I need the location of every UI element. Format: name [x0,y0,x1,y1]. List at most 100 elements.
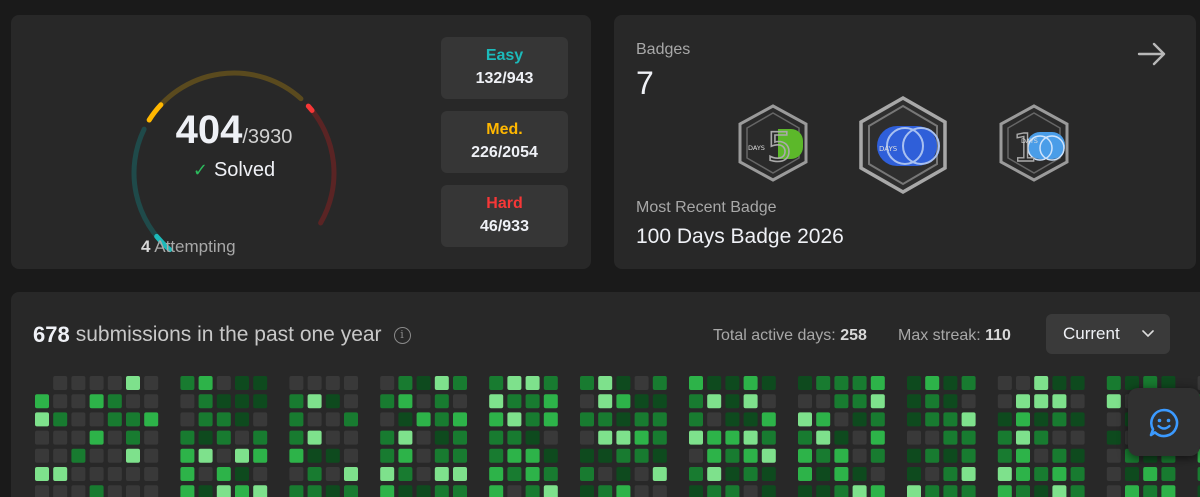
heatmap-day-cell[interactable] [834,430,849,445]
heatmap-day-cell[interactable] [89,485,104,497]
heatmap-day-cell[interactable] [907,448,921,463]
heatmap-day-cell[interactable] [1034,430,1049,445]
heatmap-day-cell[interactable] [289,448,304,463]
heatmap-day-cell[interactable] [907,485,921,497]
heatmap-day-cell[interactable] [325,412,340,427]
heatmap-day-cell[interactable] [743,467,758,481]
heatmap-day-cell[interactable] [489,448,504,463]
heatmap-day-cell[interactable] [634,412,649,427]
heatmap-day-cell[interactable] [707,412,722,427]
heatmap-day-cell[interactable] [398,394,413,409]
heatmap-day-cell[interactable] [743,485,758,497]
heatmap-day-cell[interactable] [707,394,722,409]
heatmap-day-cell[interactable] [198,394,213,409]
heatmap-day-cell[interactable] [925,467,940,481]
heatmap-day-cell[interactable] [216,394,231,409]
heatmap-day-cell[interactable] [852,485,867,497]
heatmap-day-cell[interactable] [1052,376,1067,390]
heatmap-day-cell[interactable] [1106,376,1121,390]
heatmap-day-cell[interactable] [71,485,86,497]
heatmap-day-cell[interactable] [434,485,449,497]
heatmap-day-cell[interactable] [1070,430,1085,445]
heatmap-day-cell[interactable] [816,430,831,445]
heatmap-day-cell[interactable] [507,467,522,481]
heatmap-day-cell[interactable] [1016,485,1030,497]
heatmap-day-cell[interactable] [652,485,667,497]
heatmap-day-cell[interactable] [380,485,395,497]
heatmap-day-cell[interactable] [289,430,304,445]
heatmap-day-cell[interactable] [997,376,1012,390]
50-days-badge-icon[interactable]: 5 DAYS [736,103,810,183]
heatmap-day-cell[interactable] [834,485,849,497]
heatmap-day-cell[interactable] [798,448,812,463]
heatmap-day-cell[interactable] [616,485,631,497]
heatmap-day-cell[interactable] [398,467,413,481]
heatmap-day-cell[interactable] [126,394,140,409]
heatmap-day-cell[interactable] [344,485,358,497]
heatmap-day-cell[interactable] [925,376,940,390]
heatmap-day-cell[interactable] [543,430,558,445]
heatmap-day-cell[interactable] [598,467,613,481]
heatmap-day-cell[interactable] [543,394,558,409]
heatmap-day-cell[interactable] [1143,485,1158,497]
heatmap-day-cell[interactable] [689,448,703,463]
heatmap-day-cell[interactable] [1070,448,1085,463]
heatmap-day-cell[interactable] [1016,376,1030,390]
heatmap-day-cell[interactable] [416,412,431,427]
heatmap-day-cell[interactable] [1016,412,1030,427]
heatmap-day-cell[interactable] [489,412,504,427]
heatmap-day-cell[interactable] [543,412,558,427]
medium-stat-box[interactable]: Med. 226/2054 [441,111,568,173]
heatmap-day-cell[interactable] [634,485,649,497]
heatmap-day-cell[interactable] [1016,467,1030,481]
heatmap-day-cell[interactable] [997,467,1012,481]
heatmap-day-cell[interactable] [1034,412,1049,427]
100-days-badge-icon[interactable]: 1 DAYS [997,103,1071,183]
heatmap-day-cell[interactable] [761,448,776,463]
heatmap-day-cell[interactable] [1052,430,1067,445]
heatmap-day-cell[interactable] [198,485,213,497]
heatmap-day-cell[interactable] [598,430,613,445]
100-days-badge-icon[interactable]: DAYS [857,95,949,195]
heatmap-day-cell[interactable] [543,485,558,497]
heatmap-day-cell[interactable] [870,376,885,390]
heatmap-day-cell[interactable] [1106,485,1121,497]
heatmap-day-cell[interactable] [180,430,195,445]
heatmap-day-cell[interactable] [743,394,758,409]
heatmap-day-cell[interactable] [1106,467,1121,481]
heatmap-day-cell[interactable] [1034,394,1049,409]
heatmap-day-cell[interactable] [652,430,667,445]
heatmap-day-cell[interactable] [398,485,413,497]
heatmap-day-cell[interactable] [507,448,522,463]
heatmap-day-cell[interactable] [216,412,231,427]
heatmap-day-cell[interactable] [598,485,613,497]
heatmap-day-cell[interactable] [453,376,467,390]
heatmap-day-cell[interactable] [434,430,449,445]
heatmap-day-cell[interactable] [107,448,122,463]
heatmap-day-cell[interactable] [53,485,68,497]
heatmap-day-cell[interactable] [289,467,304,481]
heatmap-day-cell[interactable] [71,394,86,409]
heatmap-day-cell[interactable] [870,430,885,445]
heatmap-day-cell[interactable] [35,448,49,463]
heatmap-day-cell[interactable] [53,394,68,409]
heatmap-day-cell[interactable] [580,376,594,390]
heatmap-day-cell[interactable] [961,430,976,445]
heatmap-day-cell[interactable] [961,412,976,427]
heatmap-day-cell[interactable] [71,412,86,427]
heatmap-day-cell[interactable] [216,376,231,390]
heatmap-day-cell[interactable] [1070,412,1085,427]
heatmap-day-cell[interactable] [180,448,195,463]
heatmap-day-cell[interactable] [925,485,940,497]
heatmap-day-cell[interactable] [35,412,49,427]
heatmap-day-cell[interactable] [543,376,558,390]
heatmap-day-cell[interactable] [598,448,613,463]
heatmap-day-cell[interactable] [489,394,504,409]
heatmap-day-cell[interactable] [107,485,122,497]
heatmap-day-cell[interactable] [53,448,68,463]
heatmap-day-cell[interactable] [289,412,304,427]
heatmap-day-cell[interactable] [834,467,849,481]
heatmap-day-cell[interactable] [89,467,104,481]
heatmap-day-cell[interactable] [580,485,594,497]
heatmap-day-cell[interactable] [489,430,504,445]
